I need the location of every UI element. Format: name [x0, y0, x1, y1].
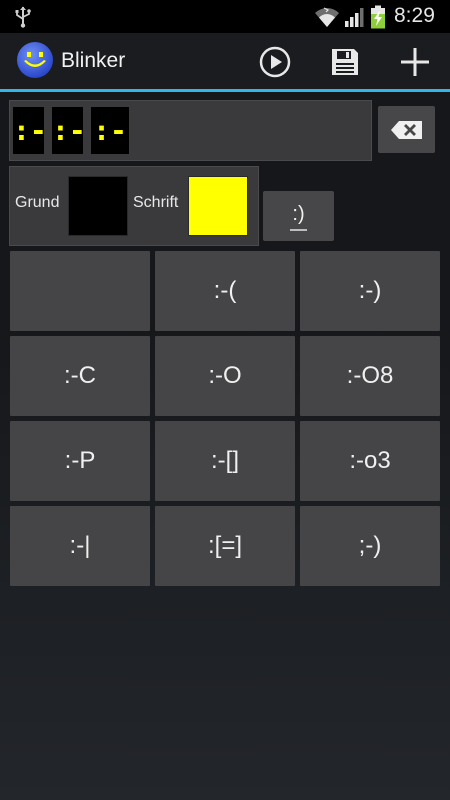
- action-bar: Blinker: [0, 33, 450, 89]
- preview-cell: :-|: [13, 107, 47, 194]
- emoticon-button[interactable]: :-|: [10, 506, 150, 586]
- emoticon-button[interactable]: [10, 251, 150, 331]
- status-clock: 8:29: [394, 4, 435, 27]
- usb-icon: [15, 6, 31, 28]
- emoticon-button[interactable]: :-C: [10, 336, 150, 416]
- smiley-app-icon: [17, 42, 53, 78]
- save-button[interactable]: [321, 39, 369, 85]
- text-color-swatch[interactable]: [188, 176, 248, 236]
- backspace-icon: [390, 120, 422, 139]
- preview-display[interactable]: :-| :-| :-P: [9, 100, 372, 194]
- signal-icon: [345, 8, 364, 27]
- emoticon-button[interactable]: :[=]: [155, 506, 295, 586]
- backspace-button[interactable]: [378, 106, 435, 153]
- preview-cell: :-P: [91, 107, 129, 194]
- screen: 8:29 Blinker:-:-:- Grund Schrift:):…: [0, 0, 450, 800]
- emoticon-button[interactable]: :-P: [10, 421, 150, 501]
- save-icon: [332, 49, 358, 75]
- emoticon-grid: :-( :-) :-C :-O :-O8 :-P :-[] :-o3 :-| :…: [10, 251, 440, 586]
- emoticon-toggle-label: :): [292, 203, 305, 225]
- battery-charging-icon: [371, 5, 385, 29]
- preview-cell: :-|: [52, 107, 86, 194]
- emoticon-button[interactable]: :-[]: [155, 421, 295, 501]
- play-button[interactable]: [251, 39, 299, 85]
- emoticon-button[interactable]: :-o3: [300, 421, 440, 501]
- background-color-label: Grund: [15, 194, 60, 211]
- action-bar-divider: [0, 89, 450, 92]
- status-bar: 8:29: [0, 0, 450, 33]
- emoticon-button[interactable]: :-O: [155, 336, 295, 416]
- emoticon-button[interactable]: ;-): [300, 506, 440, 586]
- color-panel: Grund Schrift: [9, 166, 259, 246]
- emoticon-toggle-button[interactable]: :): [263, 191, 334, 241]
- app-title: Blinker: [61, 49, 126, 72]
- text-color-label: Schrift: [133, 194, 179, 211]
- background-color-swatch[interactable]: [68, 176, 128, 236]
- toggle-indicator: [290, 229, 307, 231]
- play-icon: [259, 46, 291, 78]
- emoticon-button[interactable]: :-): [300, 251, 440, 331]
- add-button[interactable]: [391, 39, 439, 85]
- wifi-icon: [315, 7, 339, 27]
- emoticon-button[interactable]: :-O8: [300, 336, 440, 416]
- emoticon-button[interactable]: :-(: [155, 251, 295, 331]
- plus-icon: [401, 48, 429, 76]
